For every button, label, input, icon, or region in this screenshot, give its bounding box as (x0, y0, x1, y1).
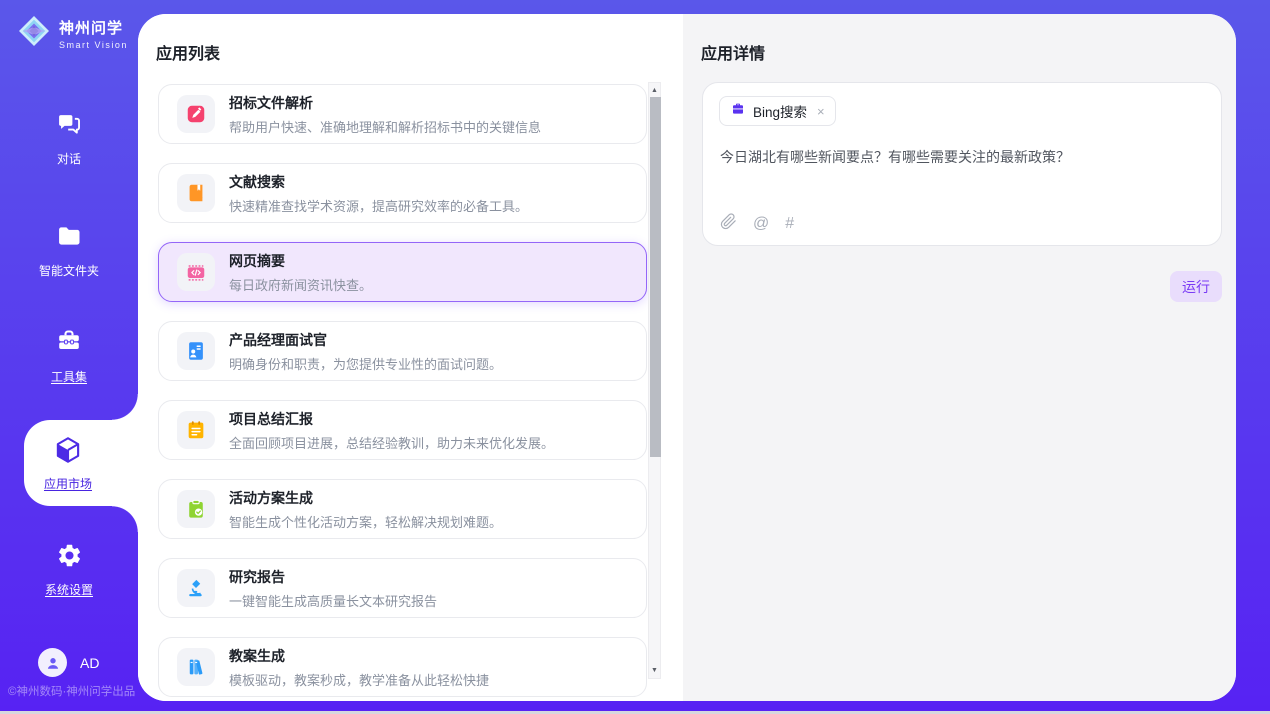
close-icon[interactable]: × (817, 104, 825, 119)
toolbox-icon (55, 328, 83, 361)
folder-icon (55, 222, 83, 255)
tool-tag-bing-search[interactable]: Bing搜索 × (719, 96, 836, 126)
sidebar-item-label: 工具集 (51, 368, 87, 385)
prompt-input-card[interactable]: Bing搜索 × 今日湖北有哪些新闻要点？有哪些需要关注的最新政策？ @ # (702, 82, 1222, 246)
sidebar-item-label: 对话 (57, 150, 81, 167)
main-content: 应用列表 招标文件解析 帮助用户快速、准确地理解和解析招标书中的关键信息 (138, 14, 1236, 701)
scrollbar-down-arrow[interactable]: ▼ (649, 664, 660, 677)
app-card-web-summary[interactable]: 网页摘要 每日政府新闻资讯快查。 (158, 242, 647, 302)
app-name: 研究报告 (229, 567, 437, 587)
avatar (38, 648, 67, 677)
app-description: 模板驱动，教案秒成，教学准备从此轻松快捷 (229, 670, 489, 689)
run-button[interactable]: 运行 (1170, 271, 1222, 302)
app-card-research-report[interactable]: 研究报告 一键智能生成高质量长文本研究报告 (158, 558, 647, 618)
sidebar-item-smart-folder[interactable]: 智能文件夹 (0, 222, 138, 279)
tool-tag-label: Bing搜索 (753, 101, 807, 121)
chat-icon (55, 110, 83, 143)
app-description: 每日政府新闻资讯快查。 (229, 275, 372, 294)
books-icon (177, 648, 215, 686)
microscope-icon (177, 569, 215, 607)
app-name: 活动方案生成 (229, 488, 502, 508)
app-name: 网页摘要 (229, 251, 372, 271)
sidebar-item-app-market[interactable]: 应用市场 (24, 420, 138, 506)
app-card-bid-parsing[interactable]: 招标文件解析 帮助用户快速、准确地理解和解析招标书中的关键信息 (158, 84, 647, 144)
user-name: AD (80, 655, 99, 671)
sidebar-item-toolbox[interactable]: 工具集 (0, 328, 138, 385)
report-note-icon (177, 411, 215, 449)
query-text[interactable]: 今日湖北有哪些新闻要点？有哪些需要关注的最新政策？ (720, 147, 1205, 168)
sidebar-item-label: 应用市场 (44, 475, 92, 492)
diamond-logo-icon (16, 13, 52, 54)
app-name: 项目总结汇报 (229, 409, 554, 429)
app-name: 教案生成 (229, 646, 489, 666)
hash-icon[interactable]: # (785, 216, 794, 232)
app-description: 智能生成个性化活动方案，轻松解决规划难题。 (229, 512, 502, 531)
user-account[interactable]: AD (38, 648, 99, 677)
app-detail-panel: 应用详情 Bing搜索 × 今日湖北有哪些新闻要点？有哪些需要关注的最新政策？ (683, 14, 1236, 701)
app-card-pm-interviewer[interactable]: 产品经理面试官 明确身份和职责，为您提供专业性的面试问题。 (158, 321, 647, 381)
app-name: 招标文件解析 (229, 93, 541, 113)
pen-square-icon (177, 95, 215, 133)
cube-icon (53, 435, 83, 470)
input-toolbar: @ # (720, 213, 794, 235)
sidebar-item-label: 智能文件夹 (39, 262, 99, 279)
brand-logo: 神州问学 Smart Vision (16, 13, 128, 54)
scrollbar-up-arrow[interactable]: ▲ (649, 84, 660, 97)
app-card-lesson-plan[interactable]: 教案生成 模板驱动，教案秒成，教学准备从此轻松快捷 (158, 637, 647, 697)
mention-icon[interactable]: @ (753, 216, 769, 232)
brand-name: 神州问学 (59, 17, 128, 38)
sidebar-item-chat[interactable]: 对话 (0, 110, 138, 167)
attachment-icon[interactable] (720, 213, 737, 235)
sidebar: 神州问学 Smart Vision 对话 智能文件夹 (0, 0, 138, 714)
app-description: 帮助用户快速、准确地理解和解析招标书中的关键信息 (229, 117, 541, 136)
app-card-list: 招标文件解析 帮助用户快速、准确地理解和解析招标书中的关键信息 (158, 84, 647, 697)
app-list-panel: 应用列表 招标文件解析 帮助用户快速、准确地理解和解析招标书中的关键信息 (138, 14, 683, 701)
app-name: 文献搜索 (229, 172, 528, 192)
app-description: 快速精准查找学术资源，提高研究效率的必备工具。 (229, 196, 528, 215)
browser-code-icon (177, 253, 215, 291)
app-name: 产品经理面试官 (229, 330, 502, 350)
clipboard-check-icon (177, 490, 215, 528)
app-description: 全面回顾项目进展，总结经验教训，助力未来优化发展。 (229, 433, 554, 452)
book-icon (177, 174, 215, 212)
app-card-event-plan[interactable]: 活动方案生成 智能生成个性化活动方案，轻松解决规划难题。 (158, 479, 647, 539)
app-card-literature-search[interactable]: 文献搜索 快速精准查找学术资源，提高研究效率的必备工具。 (158, 163, 647, 223)
scrollbar-thumb[interactable] (650, 97, 661, 457)
interview-doc-icon (177, 332, 215, 370)
briefcase-icon (730, 101, 746, 122)
sidebar-item-label: 系统设置 (45, 581, 93, 598)
sidebar-footer: ©神州数码·神州问学出品 (0, 683, 138, 699)
scrollbar[interactable]: ▲ ▼ (648, 82, 661, 679)
app-card-project-summary[interactable]: 项目总结汇报 全面回顾项目进展，总结经验教训，助力未来优化发展。 (158, 400, 647, 460)
gear-icon (56, 542, 83, 574)
brand-subtitle: Smart Vision (59, 40, 128, 50)
sidebar-item-settings[interactable]: 系统设置 (0, 542, 138, 598)
app-description: 明确身份和职责，为您提供专业性的面试问题。 (229, 354, 502, 373)
app-list-title: 应用列表 (156, 40, 220, 64)
app-description: 一键智能生成高质量长文本研究报告 (229, 591, 437, 610)
app-detail-title: 应用详情 (701, 40, 765, 64)
